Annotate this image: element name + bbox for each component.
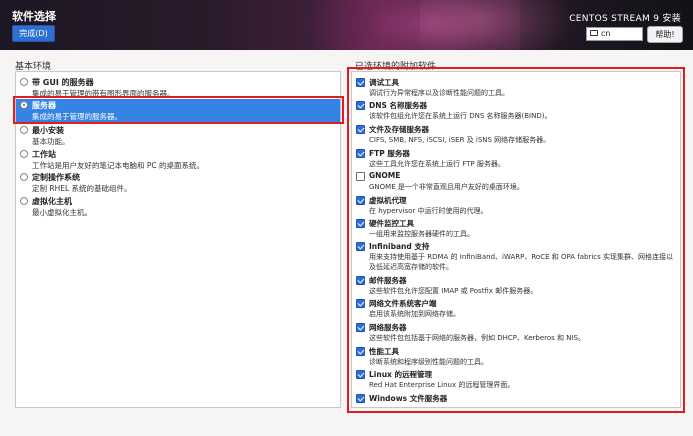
radio-button[interactable] (20, 101, 28, 109)
addon-name: 文件及存储服务器 (369, 125, 429, 134)
environment-name: 虚拟化主机 (32, 197, 72, 206)
radio-button[interactable] (20, 197, 28, 205)
addon-name: 性能工具 (369, 347, 399, 356)
addon-name: DNS 名称服务器 (369, 101, 428, 110)
checkbox[interactable] (356, 196, 365, 205)
environment-name: 最小安装 (32, 126, 64, 135)
addon-name: 网络服务器 (369, 323, 407, 332)
environment-option[interactable]: 虚拟化主机最小虚拟化主机。 (20, 195, 338, 219)
addon-name: 硬件监控工具 (369, 219, 414, 228)
addon-description: GNOME 是一个非常直观且用户友好的桌面环境。 (369, 183, 524, 191)
radio-button[interactable] (20, 126, 28, 134)
addon-description: 该软件包组允许您在系统上运行 DNS 名称服务器(BIND)。 (369, 112, 552, 120)
radio-button[interactable] (20, 78, 28, 86)
addon-description: 调试行为异常程序以及诊断性能问题的工具。 (369, 89, 509, 97)
environment-option[interactable]: 服务器集成的易于管理的服务器。 (16, 99, 340, 123)
base-environment-list: 带 GUI 的服务器 集成的易于管理的带有图形界面的服务器。 服务器 集成的易于管理的… (15, 71, 341, 408)
addons-list: 调试工具调试行为异常程序以及诊断性能问题的工具。 DNS 名称服务器该软件包组允许… (351, 71, 681, 408)
radio-button[interactable] (20, 173, 28, 181)
checkbox[interactable] (356, 172, 365, 181)
checkbox[interactable] (356, 370, 365, 379)
header-banner: 软件选择 完成(D) CENTOS STREAM 9 安装 cn 帮助! (0, 0, 693, 50)
addon-name: GNOME (369, 171, 401, 180)
environment-option[interactable]: 工作站工作站是用户友好的笔记本电脑和 PC 的桌面系统。 (20, 148, 338, 172)
addon-name: 虚拟机代理 (369, 196, 407, 205)
checkbox[interactable] (356, 242, 365, 251)
addon-name: Windows 文件服务器 (369, 394, 448, 403)
environment-option[interactable]: 定制操作系统定制 RHEL 系统的基础组件。 (20, 171, 338, 195)
environment-description: 工作站是用户友好的笔记本电脑和 PC 的桌面系统。 (32, 161, 205, 170)
addon-description: 在 hypervisor 中运行时使用的代理。 (369, 207, 488, 215)
addon-description: 这些软件包包括基于网络的服务器，例如 DHCP、Kerberos 和 NIS。 (369, 334, 586, 342)
environment-description: 基本功能。 (32, 137, 70, 146)
addon-description: 诊断系统和程序级别性能问题的工具。 (369, 358, 488, 366)
addon-name: 网络文件系统客户端 (369, 299, 437, 308)
keyboard-icon (590, 29, 598, 36)
done-button[interactable]: 完成(D) (12, 25, 55, 42)
addon-description: 用来支持使用基于 RDMA 的 InfiniBand、iWARP、RoCE 和 … (369, 253, 674, 271)
environment-name: 工作站 (32, 150, 56, 159)
checkbox[interactable] (356, 299, 365, 308)
page-title: 软件选择 (12, 10, 56, 23)
addon-name: Linux 的远程管理 (369, 370, 432, 379)
checkbox[interactable] (356, 276, 365, 285)
checkbox[interactable] (356, 149, 365, 158)
environment-description: 定制 RHEL 系统的基础组件。 (32, 184, 132, 193)
checkbox[interactable] (356, 101, 365, 110)
addon-name: Infiniband 支持 (369, 242, 430, 251)
checkbox[interactable] (356, 125, 365, 134)
checkbox[interactable] (356, 347, 365, 356)
keyboard-layout-label: cn (601, 29, 611, 38)
addon-name: FTP 服务器 (369, 149, 410, 158)
radio-button[interactable] (20, 150, 28, 158)
environment-description: 集成的易于管理的服务器。 (32, 112, 122, 121)
environment-name: 定制操作系统 (32, 173, 80, 182)
addon-description: 启用该系统附加到网络存储。 (369, 310, 460, 318)
help-button[interactable]: 帮助! (647, 26, 683, 43)
checkbox[interactable] (356, 394, 365, 403)
environment-option[interactable]: 最小安装 基本功能。 (20, 124, 338, 148)
addon-name: 调试工具 (369, 78, 399, 87)
checkbox[interactable] (356, 78, 365, 87)
environment-name: 带 GUI 的服务器 (32, 78, 94, 87)
addon-name: 邮件服务器 (369, 276, 407, 285)
environment-name: 服务器 (32, 101, 56, 110)
keyboard-layout-indicator[interactable]: cn (586, 27, 643, 41)
addon-description: CIFS, SMB, NFS, iSCSI, iSER 及 iSNS 网络存储服… (369, 136, 551, 144)
product-name: CENTOS STREAM 9 安装 (569, 14, 681, 24)
checkbox[interactable] (356, 323, 365, 332)
addon-description: 这些软件包允许您配置 IMAP 或 Postfix 邮件服务器。 (369, 287, 538, 295)
environment-option[interactable]: 带 GUI 的服务器集成的易于管理的带有图形界面的服务器。 (20, 76, 338, 100)
addon-description: 一组用来监控服务器硬件的工具。 (369, 230, 474, 238)
environment-description: 集成的易于管理的带有图形界面的服务器。 (32, 89, 175, 98)
checkbox[interactable] (356, 219, 365, 228)
environment-description: 最小虚拟化主机。 (32, 208, 92, 217)
addon-description: Red Hat Enterprise Linux 的远程管理界面。 (369, 381, 515, 389)
addon-description: 这些工具允许您在系统上运行 FTP 服务器。 (369, 160, 505, 168)
banner-artwork-glow (420, 0, 580, 50)
